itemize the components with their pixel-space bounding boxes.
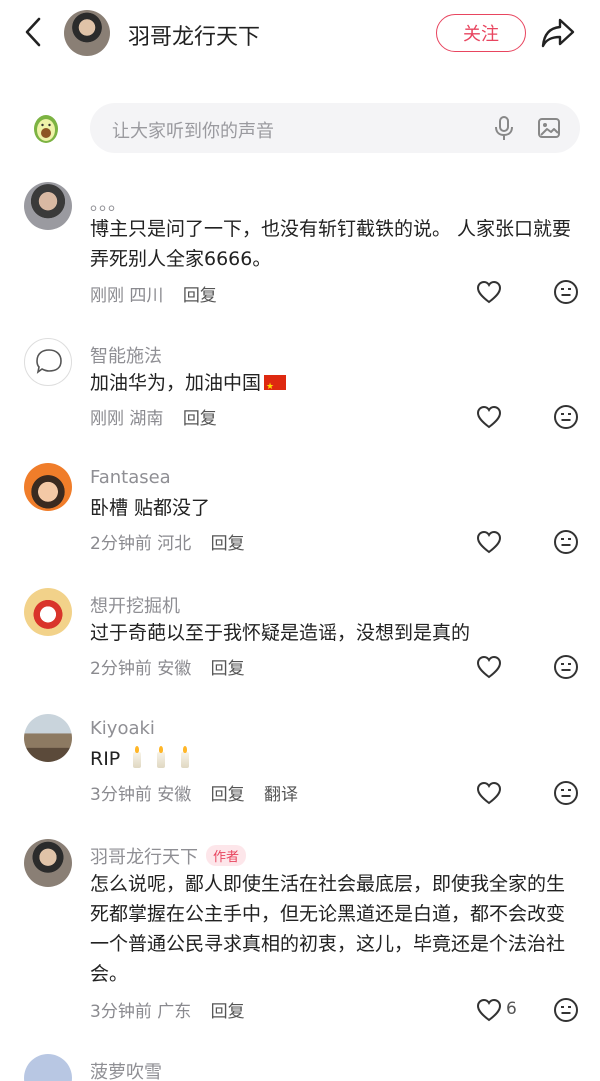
reply-button[interactable]: 回复 (183, 409, 217, 429)
reply-button[interactable]: 回复 (211, 1002, 245, 1022)
comment-meta: 2分钟前 安徽 回复 (90, 654, 245, 679)
comment-text: 过于奇葩以至于我怀疑是造谣，没想到是真的 (90, 622, 471, 644)
cutoff-text (20, 66, 140, 74)
like-button[interactable] (476, 529, 504, 555)
like-button[interactable] (476, 279, 504, 305)
comment-input-placeholder: 让大家听到你的声音 (112, 121, 274, 142)
emoji-face-icon (554, 998, 578, 1022)
comment-time: 2分钟前 (90, 659, 152, 679)
commenter-name[interactable]: 智能施法 (90, 342, 162, 368)
emoji-reaction-button[interactable] (553, 404, 579, 430)
emoji-reaction-button[interactable] (553, 780, 579, 806)
comment-text: 怎么说呢，鄙人即使生活在社会最底层，即使我全家的生死都掌握在公主手中，但无论黑道… (90, 873, 566, 985)
image-icon (538, 118, 560, 138)
china-flag-icon (264, 372, 287, 402)
comment-meta: 刚刚 湖南 回复 (90, 404, 217, 429)
image-input-button[interactable] (536, 115, 562, 141)
reply-button[interactable]: 回复 (211, 534, 245, 554)
emoji-face-icon (554, 280, 578, 304)
commenter-name[interactable]: 。。。 (90, 190, 126, 216)
comment-text: 卧槽 贴都没了 (90, 497, 211, 519)
heart-outline-icon (476, 530, 502, 554)
comment-time: 3分钟前 (90, 785, 152, 805)
heart-outline-icon (476, 280, 502, 304)
comment-text-body: RIP (90, 748, 121, 770)
heart-outline-icon (476, 998, 502, 1022)
commenter-name[interactable]: 想开挖掘机 (90, 592, 180, 618)
share-arrow-icon (541, 18, 575, 48)
comment-input-row: 让大家听到你的声音 (0, 100, 600, 156)
candle-emoji-icon (154, 746, 168, 768)
comment-meta: 3分钟前 安徽 回复 翻译 (90, 780, 298, 805)
reply-button[interactable]: 回复 (183, 286, 217, 306)
comment-input[interactable]: 让大家听到你的声音 (90, 103, 580, 153)
chevron-left-icon (25, 17, 41, 47)
comment-time: 刚刚 (90, 409, 124, 429)
author-avatar[interactable] (64, 10, 110, 56)
emoji-reaction-button[interactable] (553, 529, 579, 555)
avocado-emoji-icon[interactable] (32, 112, 60, 144)
commenter-avatar[interactable] (24, 182, 72, 230)
commenter-avatar[interactable] (24, 338, 72, 386)
voice-input-button[interactable] (492, 115, 516, 141)
comment-time: 刚刚 (90, 286, 124, 306)
share-button[interactable] (540, 16, 576, 50)
commenter-avatar[interactable] (24, 463, 72, 511)
comment-location: 河北 (157, 534, 192, 554)
comment-location: 安徽 (157, 659, 192, 679)
comment-location: 湖南 (129, 409, 164, 429)
like-button[interactable] (476, 654, 504, 680)
back-button[interactable] (18, 14, 48, 50)
commenter-name[interactable]: Fantasea (90, 467, 171, 488)
follow-button[interactable]: 关注 (436, 14, 526, 52)
like-button[interactable] (476, 997, 504, 1023)
heart-outline-icon (476, 655, 502, 679)
author-name[interactable]: 羽哥龙行天下 (128, 19, 260, 51)
comment-location: 四川 (129, 286, 164, 306)
comment-text: 博主只是问了一下，也没有斩钉截铁的说。 人家张口就要弄死别人全家6666。 (90, 218, 572, 270)
comment-meta: 3分钟前 广东 回复 (90, 997, 245, 1022)
like-count: 6 (506, 999, 517, 1019)
comment-meta: 2分钟前 河北 回复 (90, 529, 245, 554)
commenter-avatar[interactable] (24, 1054, 72, 1081)
emoji-reaction-button[interactable] (553, 654, 579, 680)
comment-text: 加油华为，加油中国 (90, 368, 580, 402)
commenter-name[interactable]: Kiyoaki (90, 718, 155, 739)
commenter-avatar[interactable] (24, 714, 72, 762)
comment-time: 2分钟前 (90, 534, 152, 554)
emoji-reaction-button[interactable] (553, 997, 579, 1023)
like-button[interactable] (476, 780, 504, 806)
comment-text: RIP (90, 744, 580, 774)
emoji-face-icon (554, 530, 578, 554)
candle-emoji-icon (178, 746, 192, 768)
reply-button[interactable]: 回复 (211, 659, 245, 679)
top-bar: 羽哥龙行天下 关注 (0, 0, 600, 70)
like-button[interactable] (476, 404, 504, 430)
comment-location: 安徽 (157, 785, 192, 805)
comment-text-body: 加油华为，加油中国 (90, 372, 262, 394)
heart-outline-icon (476, 781, 502, 805)
comment-meta: 刚刚 四川 回复 (90, 281, 217, 306)
commenter-name[interactable]: 菠萝吹雪 (90, 1058, 162, 1081)
microphone-icon (495, 116, 513, 140)
commenter-avatar[interactable] (24, 588, 72, 636)
comment-location: 广东 (157, 1002, 192, 1022)
comment-time: 3分钟前 (90, 1002, 152, 1022)
emoji-face-icon (554, 655, 578, 679)
translate-button[interactable]: 翻译 (264, 785, 298, 805)
emoji-face-icon (554, 405, 578, 429)
commenter-name-row: 羽哥龙行天下 作者 (90, 843, 247, 869)
reply-button[interactable]: 回复 (211, 785, 245, 805)
emoji-reaction-button[interactable] (553, 279, 579, 305)
emoji-face-icon (554, 781, 578, 805)
candle-emoji-icon (130, 746, 144, 768)
author-badge: 作者 (206, 845, 247, 866)
commenter-avatar[interactable] (24, 839, 72, 887)
heart-outline-icon (476, 405, 502, 429)
commenter-name[interactable]: 羽哥龙行天下 (90, 847, 198, 868)
